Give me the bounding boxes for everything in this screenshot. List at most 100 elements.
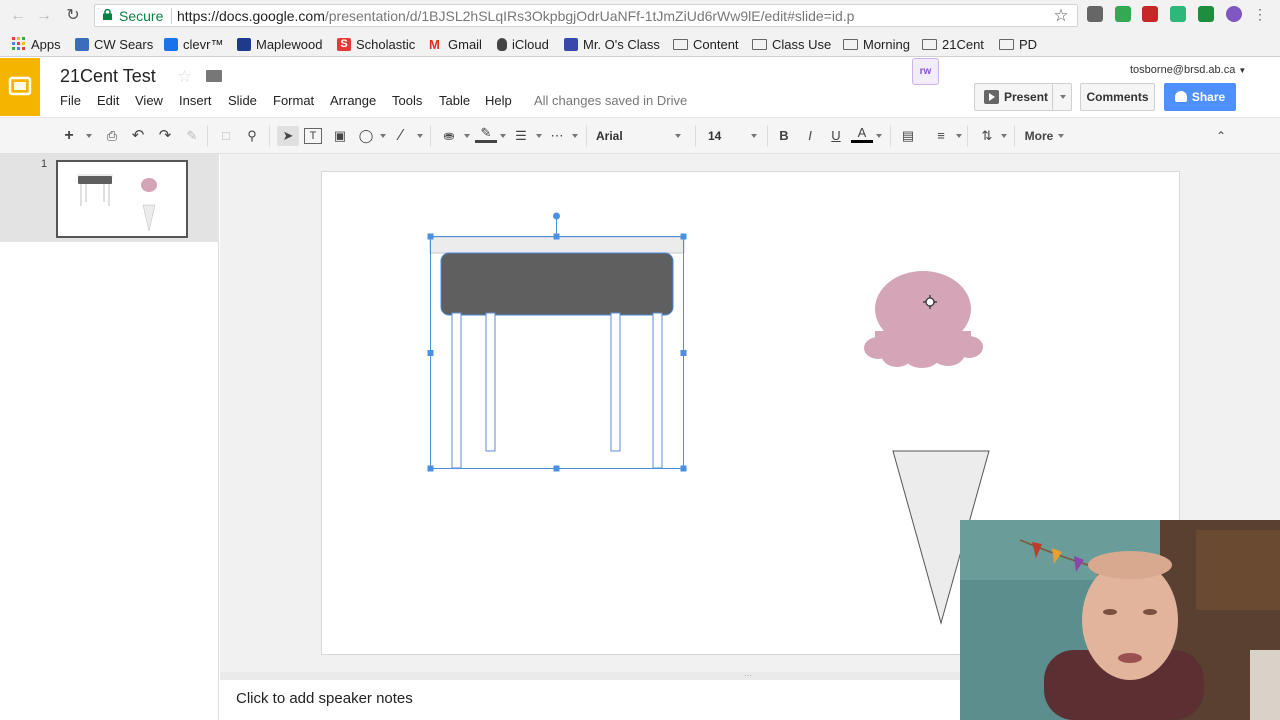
bookmark-folder-pd[interactable]: PD [999,35,1037,53]
bookmark-maplewood[interactable]: Maplewood [237,35,323,53]
cast-extension-icon[interactable] [1198,6,1214,22]
reload-icon[interactable]: ↻ [63,6,83,26]
keep-extension-icon[interactable] [1087,6,1103,22]
new-slide-chevron-icon[interactable] [86,134,92,138]
profile-avatar-icon[interactable] [1226,6,1242,22]
fit-icon[interactable]: □ [217,126,235,146]
rotate-handle[interactable] [553,212,560,220]
desk-shape[interactable] [429,236,685,469]
ice-cream-scoop-shape[interactable] [864,271,983,368]
align-icon[interactable]: ≡ [931,126,951,146]
slides-logo[interactable] [0,58,40,116]
menu-insert[interactable]: Insert [179,93,212,108]
chrome-menu-icon[interactable]: ⋮ [1252,6,1268,22]
menu-file[interactable]: File [60,93,81,108]
resize-handle-left[interactable] [427,350,434,356]
slide-thumbnail[interactable] [56,160,188,238]
classroom-extension-icon[interactable] [1115,6,1131,22]
line-chevron-icon[interactable] [417,134,423,138]
menu-edit[interactable]: Edit [97,93,119,108]
text-box-icon[interactable]: T [304,128,322,144]
speaker-notes-placeholder[interactable]: Click to add speaker notes [236,690,413,707]
border-color-icon[interactable]: ✎ [475,126,497,146]
addon-icon[interactable]: rw [912,58,939,85]
align-chevron-icon[interactable] [956,134,962,138]
share-button[interactable]: Share [1164,83,1236,111]
bookmark-gmail[interactable]: M Gmail [429,35,482,53]
fill-color-chevron-icon[interactable] [464,134,470,138]
save-status[interactable]: All changes saved in Drive [534,93,687,108]
text-color-chevron-icon[interactable] [876,134,882,138]
green-extension-icon[interactable] [1170,6,1186,22]
more-button[interactable]: More [1023,126,1055,146]
border-weight-chevron-icon[interactable] [536,134,542,138]
present-options-chevron-icon[interactable] [1052,84,1072,110]
line-spacing-icon[interactable]: ⇅ [977,126,997,146]
bookmark-scholastic[interactable]: S Scholastic [337,35,415,53]
underline-button[interactable]: U [827,126,845,146]
bookmark-folder-21cent[interactable]: 21Cent [922,35,984,53]
comment-icon[interactable]: ▤ [899,126,917,146]
image-icon[interactable]: ▣ [331,126,349,146]
account-menu[interactable]: tosborne@brsd.ab.ca ▼ [1130,64,1246,76]
border-dash-chevron-icon[interactable] [572,134,578,138]
resize-handle-top-left[interactable] [427,233,434,240]
line-icon[interactable]: ∕ [392,126,410,146]
bookmark-mr-os-class[interactable]: Mr. O's Class [564,35,660,53]
resize-handle-bottom[interactable] [553,465,560,472]
bookmark-clever[interactable]: clevr™ [164,35,223,53]
present-label: Present [1004,90,1049,104]
bookmark-icloud[interactable]: iCloud [497,35,549,53]
document-title[interactable]: 21Cent Test [60,66,156,87]
font-family-select[interactable]: Arial [596,126,676,146]
menu-format[interactable]: Format [273,93,314,108]
text-color-button[interactable]: A [851,126,873,146]
select-cursor-icon[interactable]: ➤ [277,126,299,146]
bookmark-folder-morning[interactable]: Morning [843,35,910,53]
font-size-select[interactable]: 14 [708,126,738,146]
present-button[interactable]: Present [974,83,1072,111]
menu-help[interactable]: Help [485,93,512,108]
menu-view[interactable]: View [135,93,163,108]
more-chevron-icon[interactable] [1058,134,1064,138]
menu-tools[interactable]: Tools [392,93,422,108]
font-family-chevron-icon[interactable] [675,134,681,138]
star-icon[interactable]: ☆ [177,67,192,87]
zoom-icon[interactable]: ⚲ [243,126,261,146]
menu-arrange[interactable]: Arrange [330,93,376,108]
resize-handle-right[interactable] [680,350,687,356]
address-bar[interactable]: Secure https://docs.google.com/presentat… [94,4,1078,27]
new-slide-icon[interactable]: + [60,126,78,146]
border-color-chevron-icon[interactable] [500,134,506,138]
paint-format-icon[interactable]: ✎ [183,126,201,146]
print-icon[interactable]: ⎙ [103,126,121,146]
resize-handle-top-right[interactable] [680,233,687,240]
resize-handle-bottom-left[interactable] [427,465,434,472]
shape-icon[interactable]: ◯ [357,126,375,146]
collapse-toolbar-icon[interactable]: ⌃ [1212,126,1230,146]
font-size-chevron-icon[interactable] [751,134,757,138]
comments-button[interactable]: Comments [1080,83,1155,111]
bookmark-folder-class-use[interactable]: Class Use [752,35,831,53]
border-dash-icon[interactable]: ⋯ [548,126,566,146]
line-spacing-chevron-icon[interactable] [1001,134,1007,138]
forward-arrow-icon[interactable]: → [34,6,54,26]
bookmark-star-icon[interactable]: ☆ [1051,6,1071,26]
bold-button[interactable]: B [775,126,793,146]
resize-handle-top[interactable] [553,233,560,240]
menu-table[interactable]: Table [439,93,470,108]
resize-handle-bottom-right[interactable] [680,465,687,472]
bookmark-folder-content[interactable]: Content [673,35,739,53]
bookmark-cw-sears[interactable]: CW Sears [75,35,153,53]
bookmark-apps[interactable]: Apps [12,35,61,53]
screencast-extension-icon[interactable] [1142,6,1158,22]
undo-icon[interactable]: ↶ [129,126,147,146]
redo-icon[interactable]: ↷ [156,126,174,146]
move-to-folder-icon[interactable] [206,70,222,82]
shape-chevron-icon[interactable] [380,134,386,138]
menu-slide[interactable]: Slide [228,93,257,108]
border-weight-icon[interactable]: ☰ [512,126,530,146]
fill-color-icon[interactable]: ⛂ [440,126,458,146]
back-arrow-icon[interactable]: ← [8,6,28,26]
italic-button[interactable]: I [801,126,819,146]
